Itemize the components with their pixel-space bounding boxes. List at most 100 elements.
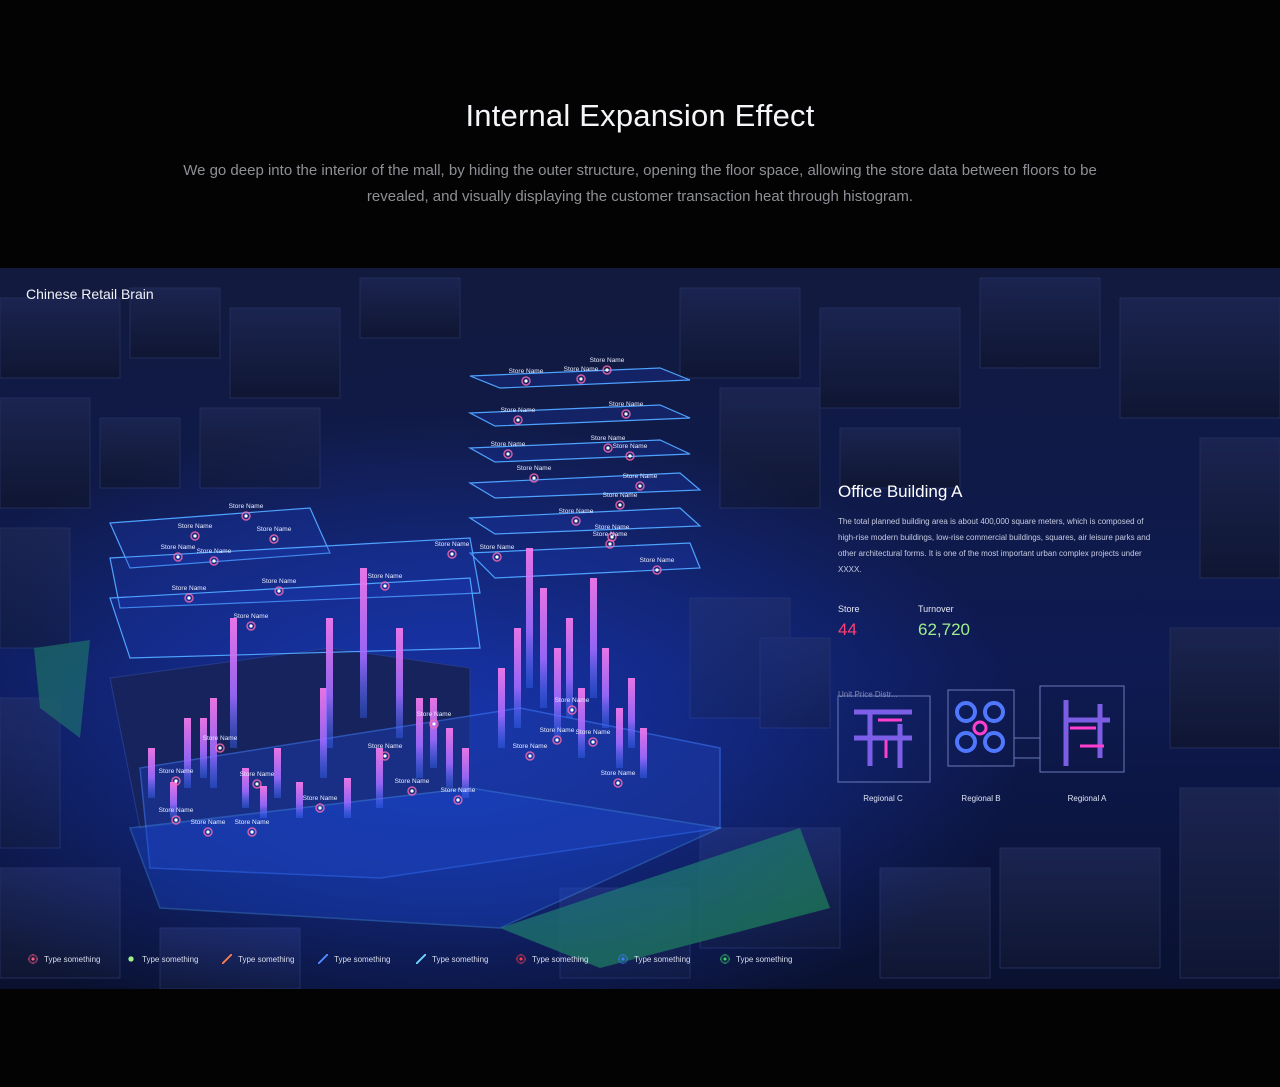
- store-pin-dot: [174, 818, 178, 822]
- legend-item[interactable]: Type something: [416, 952, 488, 966]
- store-label: Store Name: [480, 544, 515, 551]
- store-pin-dot: [606, 446, 610, 450]
- store-pin-dot: [212, 559, 216, 563]
- store-label: Store Name: [555, 697, 590, 704]
- store-pin-dot: [450, 552, 454, 556]
- store-pin-dot: [244, 514, 248, 518]
- store-pin-dot: [456, 798, 460, 802]
- store-pin-dot: [532, 476, 536, 480]
- stat-label: Turnover: [918, 604, 954, 614]
- store-pin-dot: [579, 377, 583, 381]
- store-label: Store Name: [161, 544, 196, 551]
- store-label: Store Name: [640, 557, 675, 564]
- store-pin-dot: [495, 555, 499, 559]
- store-label: Store Name: [564, 366, 599, 373]
- store-label: Store Name: [623, 473, 658, 480]
- app-title: Chinese Retail Brain: [26, 286, 154, 302]
- store-pin-dot: [176, 555, 180, 559]
- store-label: Store Name: [540, 727, 575, 734]
- histogram-bar: [554, 648, 561, 738]
- map-legend: Type something Type something Type somet…: [28, 952, 828, 966]
- histogram-bar: [360, 568, 367, 718]
- pink-ring-dot-icon: [28, 954, 38, 964]
- store-label: Store Name: [172, 585, 207, 592]
- histogram-bar: [396, 628, 403, 738]
- page-description: We go deep into the interior of the mall…: [183, 162, 1097, 205]
- store-label: Store Name: [501, 407, 536, 414]
- legend-item[interactable]: Type something: [720, 952, 792, 966]
- footer-band: [0, 989, 1280, 1087]
- stat-value: 44: [838, 620, 857, 639]
- store-pin-dot: [555, 738, 559, 742]
- store-label: Store Name: [368, 743, 403, 750]
- stats-row: Store 44 Turnover 62,720: [838, 604, 1158, 654]
- histogram-bar: [260, 786, 267, 818]
- red-ring-dot-icon: [516, 954, 526, 964]
- store-pin-dot: [506, 452, 510, 456]
- store-pin-dot: [516, 418, 520, 422]
- store-label: Store Name: [395, 778, 430, 785]
- cyan-slash-icon: [416, 954, 426, 964]
- histogram-bar: [210, 698, 217, 788]
- store-label: Store Name: [191, 819, 226, 826]
- store-label: Store Name: [159, 807, 194, 814]
- building-title: Office Building A: [838, 482, 963, 501]
- legend-item[interactable]: Type something: [516, 952, 588, 966]
- histogram-bar: [344, 778, 351, 818]
- histogram-bar: [200, 718, 207, 778]
- store-label: Store Name: [368, 573, 403, 580]
- histogram-bar: [184, 718, 191, 788]
- store-pin-dot: [272, 537, 276, 541]
- store-pin-dot: [383, 754, 387, 758]
- histogram-bar: [540, 588, 547, 708]
- building-description: The total planned building area is about…: [838, 517, 1151, 574]
- legend-item[interactable]: Type something: [126, 952, 198, 966]
- store-pin-dot: [574, 519, 578, 523]
- store-label: Store Name: [417, 711, 452, 718]
- histogram-bar: [430, 698, 437, 768]
- store-label: Store Name: [262, 578, 297, 585]
- store-pin-dot: [638, 484, 642, 488]
- legend-item[interactable]: Type something: [28, 952, 100, 966]
- store-pin-dot: [591, 740, 595, 744]
- store-pin-dot: [624, 412, 628, 416]
- store-label: Store Name: [595, 524, 630, 531]
- store-pin-dot: [608, 542, 612, 546]
- store-label: Store Name: [240, 771, 275, 778]
- store-pin-dot: [618, 503, 622, 507]
- legend-item[interactable]: Type something: [618, 952, 690, 966]
- region-label-a: Regional A: [1067, 794, 1107, 803]
- store-label: Store Name: [257, 526, 292, 533]
- store-label: Store Name: [603, 492, 638, 499]
- store-pin-dot: [193, 534, 197, 538]
- store-pin-dot: [255, 782, 259, 786]
- region-label-c: Regional C: [863, 794, 903, 803]
- blue-slash-icon: [318, 954, 328, 964]
- store-label: Store Name: [591, 435, 626, 442]
- green-dot-icon: [126, 954, 136, 964]
- store-pin-dot: [570, 708, 574, 712]
- histogram-bar: [498, 668, 505, 748]
- store-pin-dot: [250, 830, 254, 834]
- stat-turnover: Turnover 62,720: [918, 604, 970, 640]
- store-label: Store Name: [517, 465, 552, 472]
- store-label: Store Name: [601, 770, 636, 777]
- stat-store: Store 44: [838, 604, 860, 640]
- legend-item[interactable]: Type something: [318, 952, 390, 966]
- legend-item[interactable]: Type something: [222, 952, 294, 966]
- histogram-bar: [514, 628, 521, 728]
- store-label: Store Name: [559, 508, 594, 515]
- green-ring-dot-icon: [720, 954, 730, 964]
- building-info-panel: Office Building A The total planned buil…: [838, 482, 1158, 803]
- store-label: Store Name: [609, 401, 644, 408]
- store-pin-dot: [187, 596, 191, 600]
- store-label: Store Name: [303, 795, 338, 802]
- stat-value: 62,720: [918, 620, 970, 639]
- city-scene: Store Name Store Name Store Name Store Name…: [0, 268, 1280, 989]
- store-label: Store Name: [203, 735, 238, 742]
- histogram-bar: [326, 618, 333, 748]
- histogram-bar: [320, 688, 327, 778]
- histogram-bar: [148, 748, 155, 798]
- store-label: Store Name: [509, 368, 544, 375]
- blue-ring-dot-icon: [618, 954, 628, 964]
